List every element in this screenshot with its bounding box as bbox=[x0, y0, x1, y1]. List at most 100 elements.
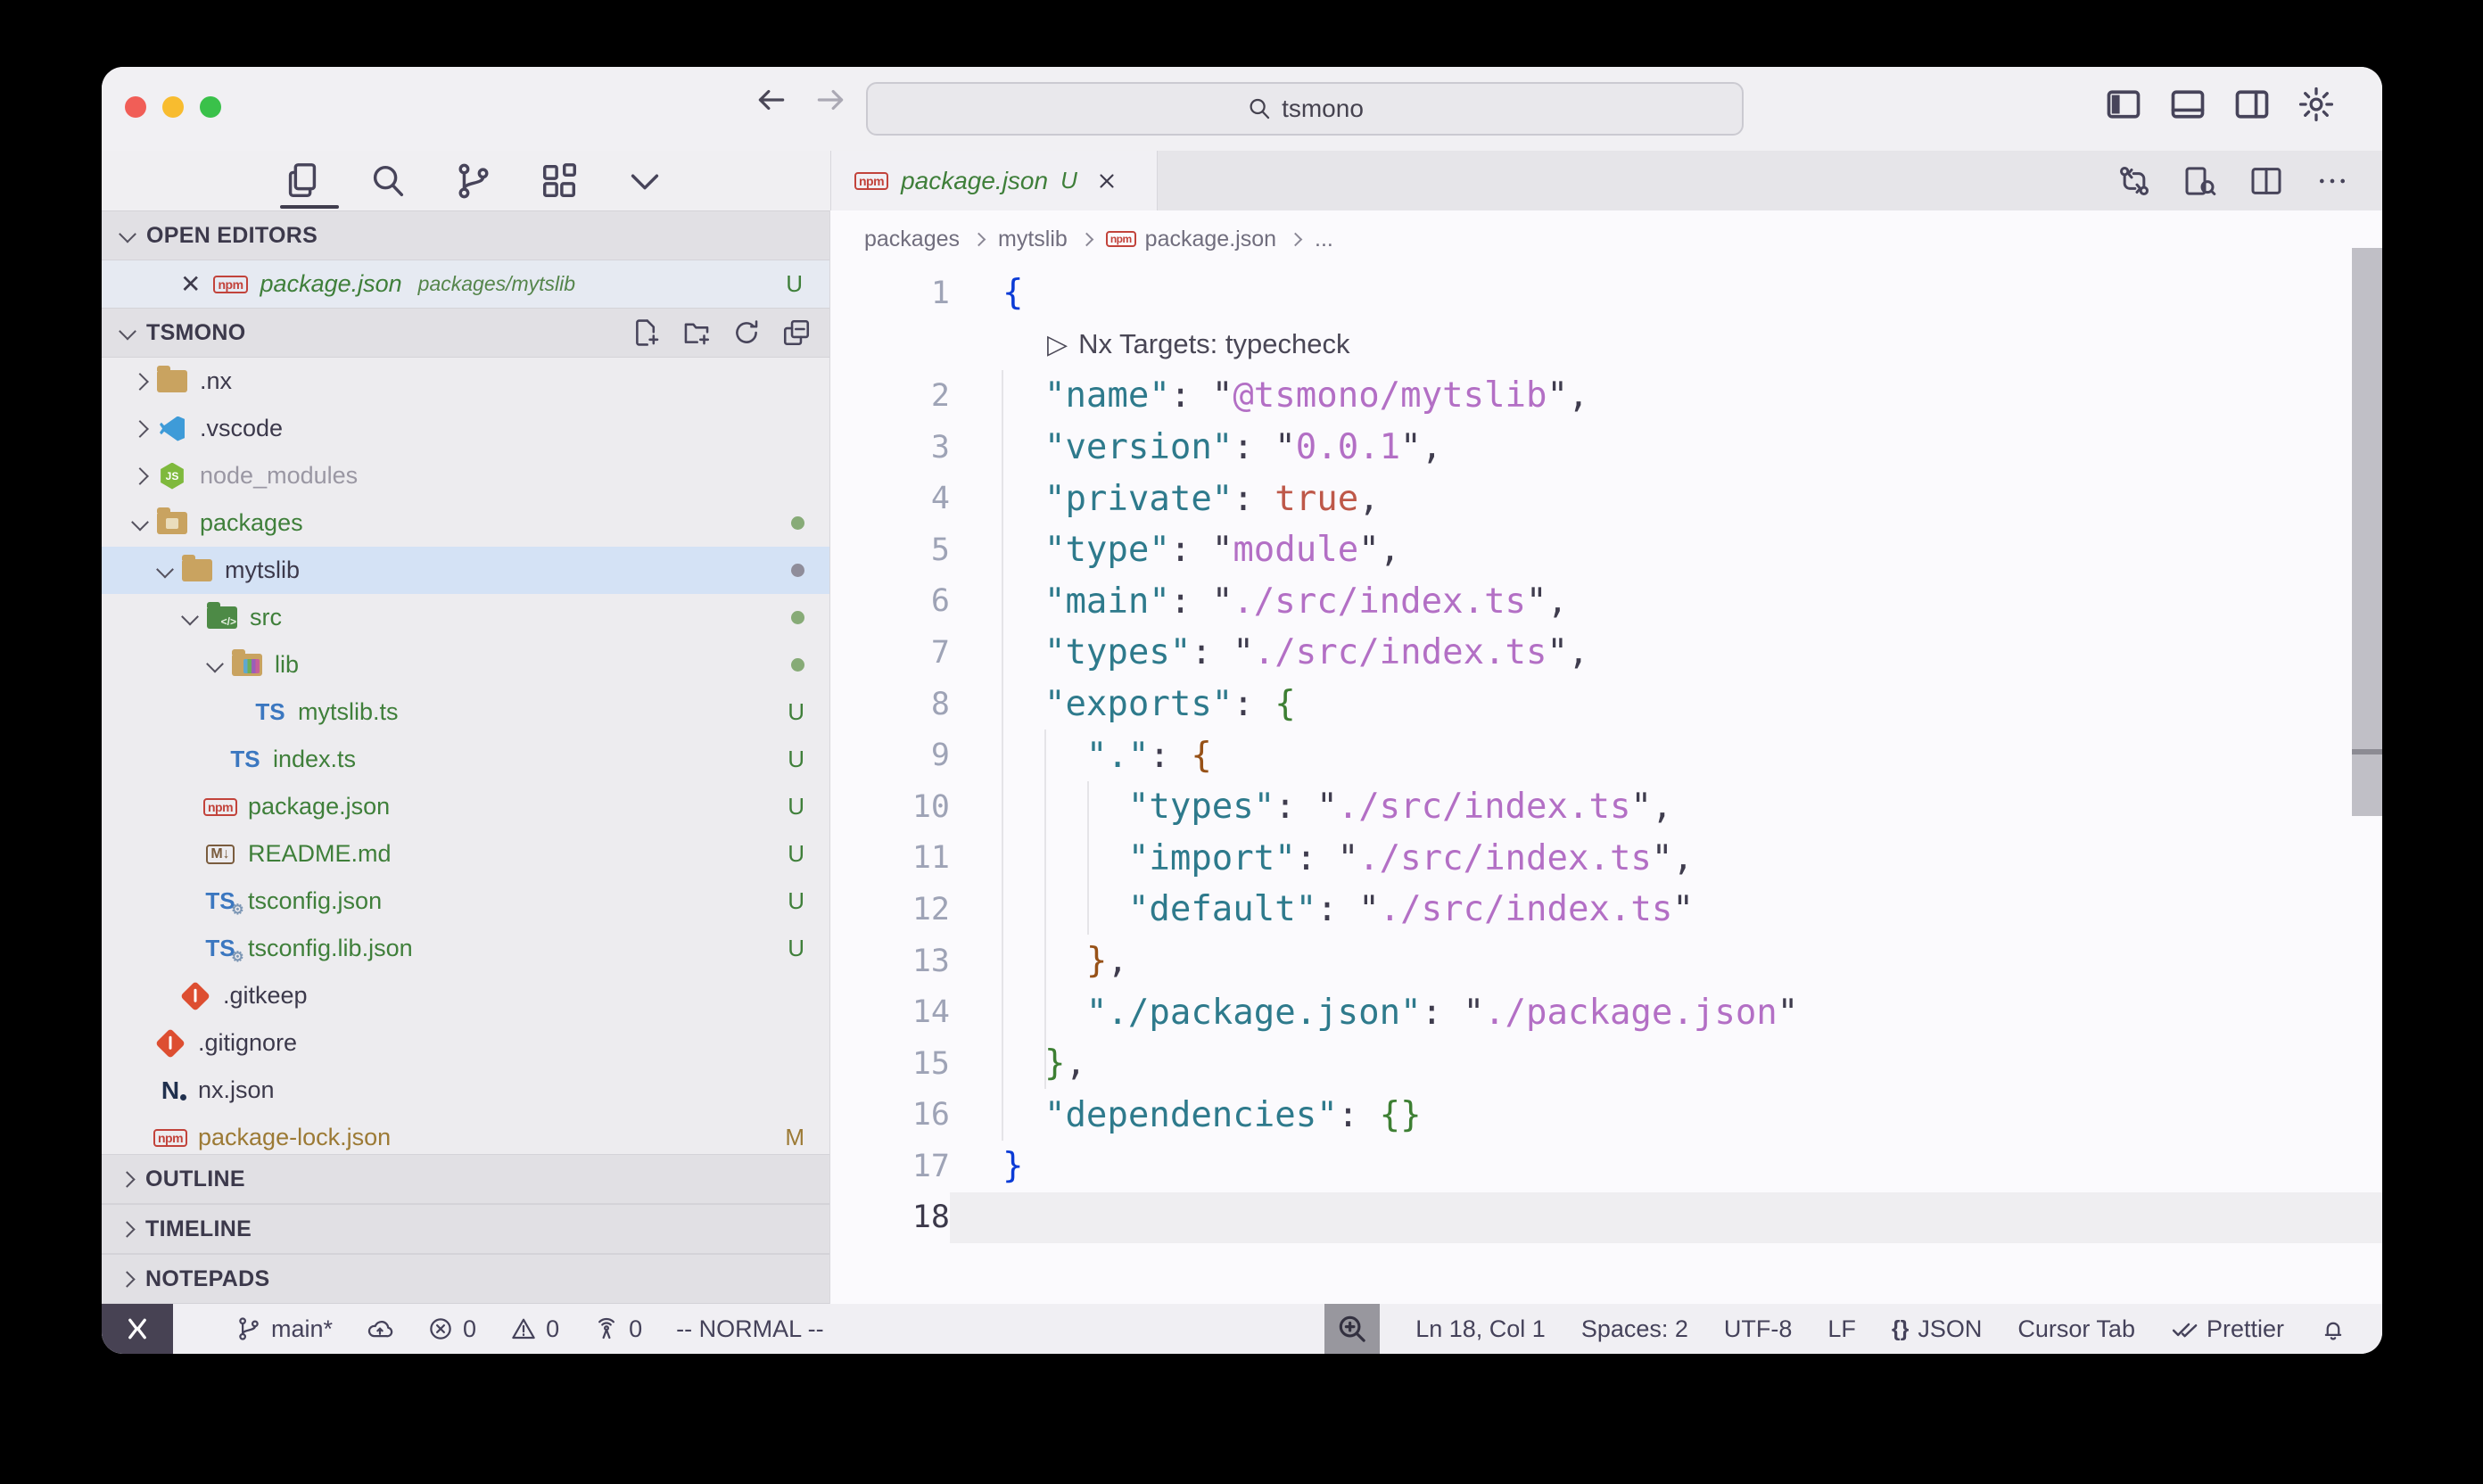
line-number[interactable]: 4 bbox=[830, 481, 950, 516]
minimize-window-button[interactable] bbox=[162, 96, 184, 118]
status-encoding[interactable]: UTF-8 bbox=[1724, 1315, 1793, 1343]
line-number[interactable]: 5 bbox=[830, 532, 950, 568]
line-number[interactable]: 12 bbox=[830, 892, 950, 928]
tree-item-node_modules[interactable]: JSnode_modules bbox=[102, 452, 829, 499]
line-number[interactable]: 8 bbox=[830, 687, 950, 722]
line-number[interactable]: 13 bbox=[830, 944, 950, 979]
status-vim-mode[interactable]: -- NORMAL -- bbox=[676, 1315, 823, 1343]
section-timeline[interactable]: TIMELINE bbox=[102, 1204, 829, 1254]
status-formatter[interactable]: Prettier bbox=[2171, 1315, 2284, 1343]
tree-item-package.json[interactable]: npmpackage.jsonU bbox=[102, 783, 829, 830]
status-errors[interactable]: 0 bbox=[427, 1315, 476, 1343]
toggle-secondary-sidebar-icon[interactable] bbox=[2232, 85, 2272, 124]
line-number[interactable]: 14 bbox=[830, 994, 950, 1030]
tree-item-.nx[interactable]: .nx bbox=[102, 358, 829, 405]
line-number[interactable]: 17 bbox=[830, 1149, 950, 1184]
activity-source-control-icon[interactable] bbox=[453, 161, 494, 202]
zoom-indicator[interactable] bbox=[1324, 1304, 1380, 1354]
close-window-button[interactable] bbox=[125, 96, 146, 118]
code-line-1[interactable]: 1{ bbox=[830, 268, 2382, 319]
breadcrumb-item[interactable]: mytslib bbox=[998, 227, 1068, 252]
collapse-folders-icon[interactable] bbox=[781, 317, 812, 348]
line-number[interactable]: 15 bbox=[830, 1046, 950, 1082]
new-folder-icon[interactable] bbox=[681, 317, 712, 348]
line-number[interactable]: 2 bbox=[830, 378, 950, 414]
activity-explorer-icon[interactable] bbox=[282, 161, 323, 202]
line-number[interactable]: 18 bbox=[830, 1200, 950, 1235]
code-line-3[interactable]: 3 "version": "0.0.1", bbox=[830, 422, 2382, 474]
split-editor-icon[interactable] bbox=[2248, 163, 2284, 199]
navigate-back-icon[interactable] bbox=[755, 83, 788, 117]
tree-item-lib[interactable]: lib bbox=[102, 641, 829, 688]
tree-item-.gitkeep[interactable]: .gitkeep bbox=[102, 972, 829, 1019]
new-file-icon[interactable] bbox=[631, 317, 662, 348]
code-line-2[interactable]: 2 "name": "@tsmono/mytslib", bbox=[830, 370, 2382, 422]
line-number[interactable]: 7 bbox=[830, 635, 950, 671]
remote-indicator[interactable] bbox=[102, 1304, 173, 1354]
open-editor-item[interactable]: ✕ npm package.json packages/mytslib U bbox=[102, 260, 829, 308]
line-number[interactable]: 3 bbox=[830, 430, 950, 466]
status-ports[interactable]: 0 bbox=[593, 1315, 642, 1343]
status-warnings[interactable]: 0 bbox=[510, 1315, 559, 1343]
breadcrumb-item[interactable]: packages bbox=[864, 227, 960, 252]
status-notifications[interactable] bbox=[2320, 1315, 2347, 1342]
breadcrumb-item[interactable]: ... bbox=[1315, 227, 1333, 252]
codelens-nx-targets[interactable]: ▷Nx Targets: typecheck bbox=[830, 319, 2382, 371]
code-line-18[interactable]: 18 bbox=[830, 1192, 2382, 1244]
tree-item-mytslib.ts[interactable]: TSmytslib.tsU bbox=[102, 688, 829, 736]
code-line-4[interactable]: 4 "private": true, bbox=[830, 473, 2382, 524]
refresh-explorer-icon[interactable] bbox=[731, 317, 762, 348]
code-line-13[interactable]: 13 }, bbox=[830, 936, 2382, 987]
status-git-branch[interactable]: main* bbox=[235, 1315, 333, 1343]
status-language-mode[interactable]: {}JSON bbox=[1892, 1315, 1982, 1343]
line-number[interactable]: 11 bbox=[830, 840, 950, 876]
navigate-forward-icon[interactable] bbox=[813, 83, 847, 117]
open-changes-icon[interactable] bbox=[2116, 163, 2152, 199]
activity-more-views-icon[interactable] bbox=[624, 161, 665, 202]
activity-extensions-icon[interactable] bbox=[539, 161, 580, 202]
tree-item-nx.json[interactable]: Nnx.json bbox=[102, 1067, 829, 1114]
tree-item-tsconfig.lib.json[interactable]: TS⚙tsconfig.lib.jsonU bbox=[102, 925, 829, 972]
line-number[interactable]: 9 bbox=[830, 738, 950, 773]
code-line-8[interactable]: 8 "exports": { bbox=[830, 679, 2382, 730]
code-line-12[interactable]: 12 "default": "./src/index.ts" bbox=[830, 884, 2382, 936]
line-number[interactable]: 6 bbox=[830, 583, 950, 619]
open-editors-header[interactable]: OPEN EDITORS bbox=[102, 210, 829, 260]
code-line-17[interactable]: 17} bbox=[830, 1141, 2382, 1192]
section-outline[interactable]: OUTLINE bbox=[102, 1154, 829, 1204]
line-number[interactable]: 1 bbox=[830, 276, 950, 311]
status-indentation[interactable]: Spaces: 2 bbox=[1581, 1315, 1688, 1343]
tree-item-tsconfig.json[interactable]: TS⚙tsconfig.jsonU bbox=[102, 878, 829, 925]
status-eol[interactable]: LF bbox=[1827, 1315, 1856, 1343]
tree-item-README.md[interactable]: M↓README.mdU bbox=[102, 830, 829, 878]
tree-item-mytslib[interactable]: mytslib bbox=[102, 547, 829, 594]
code-line-7[interactable]: 7 "types": "./src/index.ts", bbox=[830, 627, 2382, 679]
code-line-14[interactable]: 14 "./package.json": "./package.json" bbox=[830, 986, 2382, 1038]
settings-gear-icon[interactable] bbox=[2297, 85, 2336, 124]
tab-package-json[interactable]: npm package.json U bbox=[831, 151, 1158, 210]
code-line-9[interactable]: 9 ".": { bbox=[830, 730, 2382, 781]
editor-scrollbar-thumb[interactable] bbox=[2352, 248, 2382, 749]
breadcrumb-item[interactable]: npmpackage.json bbox=[1106, 227, 1276, 252]
tree-item-packages[interactable]: packages bbox=[102, 499, 829, 547]
explorer-section-header[interactable]: TSMONO bbox=[102, 308, 829, 358]
code-line-10[interactable]: 10 "types": "./src/index.ts", bbox=[830, 781, 2382, 833]
section-notepads[interactable]: NOTEPADS bbox=[102, 1254, 829, 1304]
command-center-search[interactable]: tsmono bbox=[866, 82, 1744, 136]
toggle-primary-sidebar-icon[interactable] bbox=[2104, 85, 2143, 124]
code-line-5[interactable]: 5 "type": "module", bbox=[830, 524, 2382, 576]
more-actions-icon[interactable] bbox=[2314, 163, 2350, 199]
code-line-16[interactable]: 16 "dependencies": {} bbox=[830, 1090, 2382, 1142]
open-preview-icon[interactable] bbox=[2182, 163, 2218, 199]
status-sync[interactable] bbox=[367, 1315, 393, 1342]
close-tab-icon[interactable] bbox=[1095, 169, 1118, 193]
toggle-panel-icon[interactable] bbox=[2168, 85, 2207, 124]
overview-ruler-marker[interactable] bbox=[2352, 754, 2382, 816]
tree-item-.vscode[interactable]: .vscode bbox=[102, 405, 829, 452]
close-editor-icon[interactable]: ✕ bbox=[180, 272, 201, 297]
code-editor[interactable]: 1{▷Nx Targets: typecheck2 "name": "@tsmo… bbox=[830, 268, 2382, 1304]
status-cursor-tab[interactable]: Cursor Tab bbox=[2017, 1315, 2135, 1343]
tree-item-.gitignore[interactable]: .gitignore bbox=[102, 1019, 829, 1067]
code-line-6[interactable]: 6 "main": "./src/index.ts", bbox=[830, 576, 2382, 628]
activity-search-icon[interactable] bbox=[367, 161, 408, 202]
